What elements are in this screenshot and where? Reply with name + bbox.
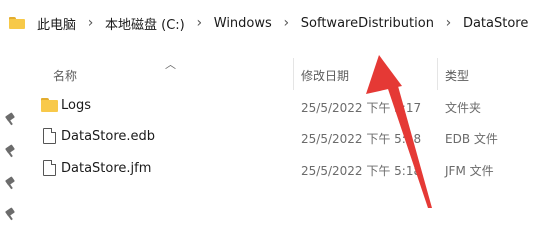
file-icon — [43, 160, 56, 176]
breadcrumb-item-datastore[interactable]: DataStore — [463, 16, 528, 31]
breadcrumb: › 此电脑 › 本地磁盘 (C:) › Windows › SoftwareDi… — [13, 14, 534, 33]
breadcrumb-item-softwaredistribution[interactable]: SoftwareDistribution — [301, 16, 434, 31]
file-icon — [43, 128, 56, 144]
file-name: DataStore.jfm — [61, 161, 152, 176]
pin-icon — [4, 176, 16, 190]
column-date-modified[interactable]: 修改日期 — [301, 67, 349, 84]
file-row-datastore-edb[interactable]: DataStore.edb 25/5/2022 下午 5:18 EDB 文件 — [38, 122, 534, 152]
breadcrumb-item-local-disk[interactable]: 本地磁盘 (C:) — [105, 14, 185, 33]
chevron-right-icon[interactable]: › — [279, 15, 294, 31]
column-divider[interactable] — [437, 58, 438, 90]
file-date: 25/5/2022 下午 5:17 — [301, 101, 422, 115]
pin-icon — [4, 207, 16, 221]
file-date: 25/5/2022 下午 5:18 — [301, 164, 422, 178]
column-header: 名称 修改日期 类型 — [0, 58, 534, 90]
chevron-right-icon[interactable]: › — [192, 15, 207, 31]
pin-icon — [4, 144, 16, 158]
file-name: Logs — [61, 98, 91, 113]
pin-icon — [4, 112, 16, 126]
file-type: EDB 文件 — [445, 132, 498, 146]
column-name[interactable]: 名称 — [53, 67, 77, 84]
column-type[interactable]: 类型 — [445, 67, 469, 84]
chevron-right-icon[interactable]: › — [83, 15, 98, 31]
column-divider[interactable] — [293, 58, 294, 90]
breadcrumb-item-windows[interactable]: Windows — [214, 16, 272, 31]
file-name: DataStore.edb — [61, 129, 156, 144]
breadcrumb-item-this-pc[interactable]: 此电脑 — [37, 14, 76, 33]
file-row-logs[interactable]: Logs 25/5/2022 下午 5:17 文件夹 — [38, 91, 534, 121]
folder-icon — [41, 98, 58, 112]
address-bar[interactable]: › 此电脑 › 本地磁盘 (C:) › Windows › SoftwareDi… — [0, 0, 534, 46]
file-type: 文件夹 — [445, 101, 482, 115]
file-date: 25/5/2022 下午 5:18 — [301, 132, 422, 146]
file-row-datastore-jfm[interactable]: DataStore.jfm 25/5/2022 下午 5:18 JFM 文件 — [38, 154, 534, 184]
chevron-right-icon[interactable]: › — [441, 15, 456, 31]
file-type: JFM 文件 — [445, 164, 494, 178]
